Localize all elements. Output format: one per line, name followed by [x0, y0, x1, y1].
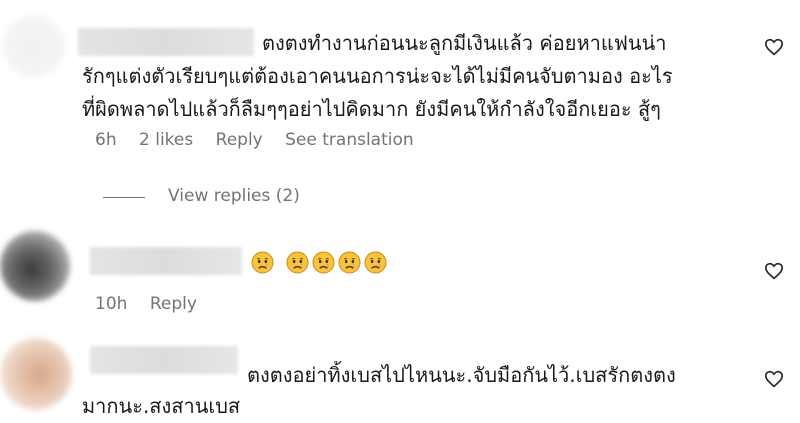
crying-face-icon: [251, 251, 274, 274]
crying-face-icon: [286, 251, 309, 274]
comment-text-line-1: ตงตงอย่าทิ้งเบสไปไหนนะ.จับมือกันไว้.เบสร…: [247, 363, 676, 387]
crying-face-icon: [338, 251, 361, 274]
avatar[interactable]: [0, 338, 72, 410]
heart-outline-icon[interactable]: [764, 262, 784, 280]
comment-text-line-2: รักๆแต่งตัวเรียบๆแต่ต้องเอาคนนอการน่ะจะไ…: [82, 64, 673, 88]
comment-time: 6h: [95, 130, 117, 150]
avatar[interactable]: [0, 231, 70, 301]
reply-button[interactable]: Reply: [216, 130, 263, 150]
username-blurred[interactable]: [90, 247, 242, 275]
comment-time: 10h: [95, 294, 128, 314]
comment-text-line-2: มากนะ.สงสานเบส: [82, 394, 241, 418]
comment-meta: 10h Reply: [95, 294, 214, 314]
comment-text-line-1: ตงตงทำงานก่อนนะลูกมีเงินแล้ว ค่อยหาแฟนน่…: [262, 31, 667, 55]
comment-text-line-3: ที่ผิดพลาดไปแล้วก็ลืมๆๆอย่าไปคิดมาก ยังม…: [82, 97, 661, 121]
comment-meta: 6h 2 likes Reply See translation: [95, 130, 431, 150]
crying-face-icon: [364, 251, 387, 274]
username-blurred[interactable]: [78, 28, 254, 56]
crying-face-icon: [312, 251, 335, 274]
view-replies-button[interactable]: View replies (2): [168, 186, 300, 206]
emoji-row: [251, 251, 387, 274]
username-blurred[interactable]: [90, 346, 238, 374]
heart-outline-icon[interactable]: [764, 370, 784, 388]
heart-outline-icon[interactable]: [764, 38, 784, 56]
see-translation-button[interactable]: See translation: [285, 130, 414, 150]
likes-count[interactable]: 2 likes: [139, 130, 193, 150]
replies-divider: [103, 197, 145, 198]
avatar[interactable]: [3, 15, 65, 77]
reply-button[interactable]: Reply: [150, 294, 197, 314]
